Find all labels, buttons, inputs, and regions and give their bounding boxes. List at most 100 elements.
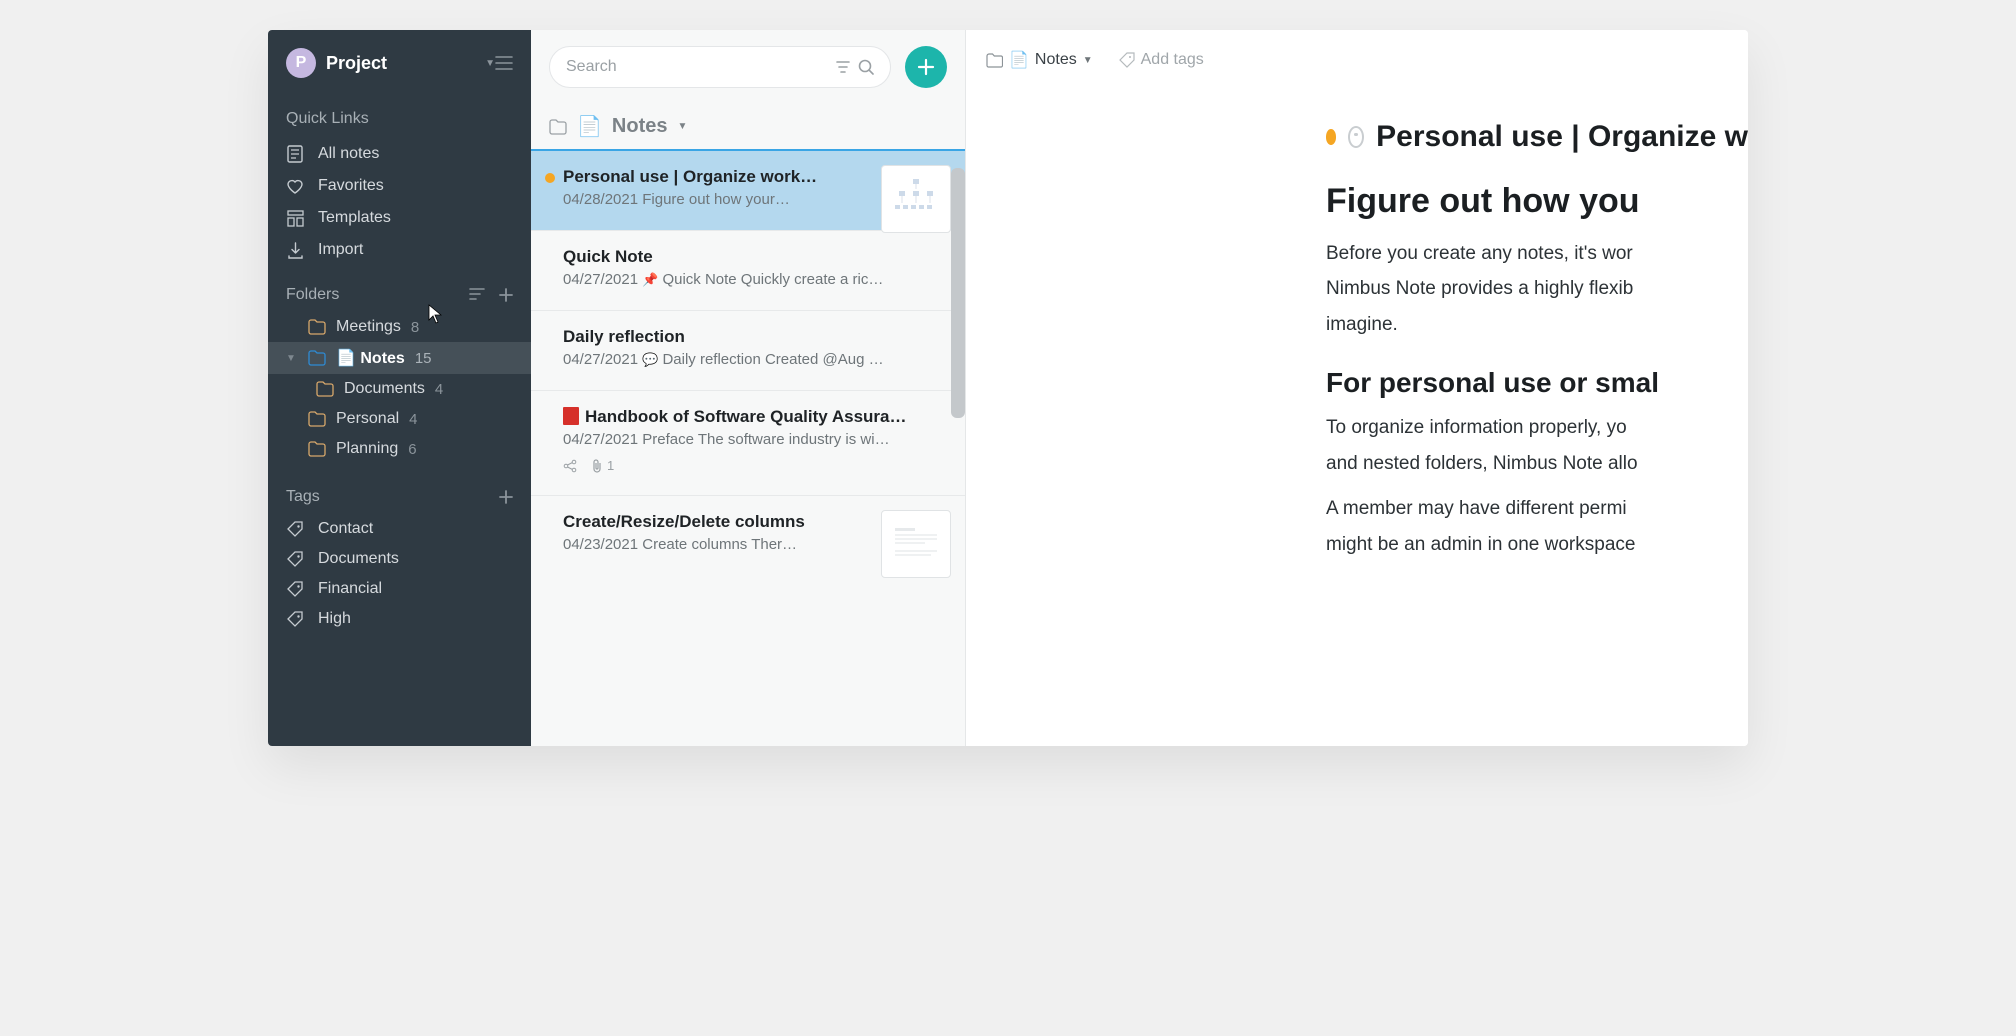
- tag-label: High: [318, 610, 351, 628]
- sidebar-item-all-notes[interactable]: All notes: [268, 138, 531, 170]
- tags-header-label: Tags: [286, 488, 320, 506]
- emoji-placeholder-icon[interactable]: [1348, 126, 1364, 148]
- note-meta: 04/27/2021 Preface The software industry…: [563, 431, 947, 448]
- folder-count: 4: [435, 381, 443, 398]
- note-icon: [286, 145, 304, 163]
- heading-1[interactable]: Figure out how you: [1326, 182, 1748, 221]
- sort-icon[interactable]: [469, 288, 485, 302]
- notes-emoji-icon: 📄: [577, 114, 602, 139]
- folder-icon: [316, 381, 334, 397]
- paragraph[interactable]: A member may have different permi: [1326, 494, 1748, 523]
- folder-count: 6: [408, 441, 416, 458]
- comment-icon: 💬: [642, 352, 658, 367]
- new-note-button[interactable]: [905, 46, 947, 88]
- paragraph[interactable]: might be an admin in one workspace: [1326, 530, 1748, 559]
- tag-documents[interactable]: Documents: [268, 544, 531, 574]
- folder-label: Documents: [344, 380, 425, 398]
- note-item[interactable]: Quick Note 04/27/2021 📌Quick Note Quickl…: [531, 231, 965, 311]
- note-thumbnail: [881, 510, 951, 578]
- note-title: Create/Resize/Delete columns: [563, 512, 865, 532]
- folder-label: Planning: [336, 440, 398, 458]
- chevron-down-icon: ▼: [1083, 55, 1093, 66]
- sidebar-item-label: Import: [318, 241, 363, 259]
- filter-icon[interactable]: [836, 61, 850, 73]
- search-input[interactable]: [566, 58, 828, 76]
- heart-icon: [286, 177, 304, 195]
- sidebar-collapse-icon[interactable]: [495, 56, 513, 70]
- search-input-wrap[interactable]: [549, 46, 891, 88]
- document-title[interactable]: Personal use | Organize w: [1376, 120, 1748, 154]
- folder-label: 📄 Notes: [336, 348, 405, 368]
- tag-financial[interactable]: Financial: [268, 574, 531, 604]
- editor-toolbar: 📄 Notes ▼ Add tags: [966, 30, 1748, 70]
- paragraph[interactable]: Nimbus Note provides a highly flexib: [1326, 274, 1748, 303]
- quick-links-header: Quick Links: [268, 92, 531, 138]
- workspace-avatar: P: [286, 48, 316, 78]
- note-item[interactable]: Personal use | Organize work… 04/28/2021…: [531, 149, 965, 231]
- add-tags-button[interactable]: Add tags: [1119, 51, 1204, 69]
- list-breadcrumb[interactable]: 📄 Notes ▼: [531, 96, 965, 149]
- note-item[interactable]: Handbook of Software Quality Assura… 04/…: [531, 391, 965, 496]
- sidebar-item-templates[interactable]: Templates: [268, 202, 531, 234]
- scrollbar[interactable]: [951, 168, 965, 418]
- tag-label: Financial: [318, 580, 382, 598]
- chevron-down-icon: ▼: [485, 58, 495, 69]
- add-folder-icon[interactable]: [499, 288, 513, 302]
- folder-label: Meetings: [336, 318, 401, 336]
- note-title: Handbook of Software Quality Assura…: [563, 407, 947, 427]
- note-meta: 04/27/2021 💬Daily reflection Created @Au…: [563, 351, 947, 368]
- folder-count: 4: [409, 411, 417, 428]
- tag-icon: [286, 610, 304, 628]
- share-icon: [563, 459, 577, 473]
- tag-contact[interactable]: Contact: [268, 514, 531, 544]
- add-tag-icon[interactable]: [499, 490, 513, 504]
- tag-label: Documents: [318, 550, 399, 568]
- folder-icon: [308, 350, 326, 366]
- document-content[interactable]: Personal use | Organize w Figure out how…: [966, 70, 1748, 565]
- note-thumbnail: [881, 165, 951, 233]
- pin-icon: 📌: [642, 272, 658, 287]
- sidebar-item-label: All notes: [318, 145, 379, 163]
- folder-notes[interactable]: ▼ 📄 Notes 15: [268, 342, 531, 374]
- folders-header-label: Folders: [286, 286, 339, 304]
- heading-2[interactable]: For personal use or smal: [1326, 367, 1748, 399]
- folder-planning[interactable]: Planning 6: [268, 434, 531, 464]
- paragraph[interactable]: Before you create any notes, it's wor: [1326, 239, 1748, 268]
- editor-breadcrumb[interactable]: 📄 Notes ▼: [986, 50, 1093, 70]
- paragraph[interactable]: imagine.: [1326, 310, 1748, 339]
- workspace-switcher[interactable]: P Project ▼: [268, 48, 531, 92]
- tag-icon: [286, 550, 304, 568]
- document-title-row: Personal use | Organize w: [1326, 120, 1748, 154]
- note-meta: 04/28/2021 Figure out how your…: [563, 191, 865, 208]
- note-meta: 04/27/2021 📌Quick Note Quickly create a …: [563, 271, 947, 288]
- folder-count: 8: [411, 319, 419, 336]
- tag-high[interactable]: High: [268, 604, 531, 634]
- sidebar-item-label: Templates: [318, 209, 391, 227]
- folder-documents[interactable]: Documents 4: [268, 374, 531, 404]
- paragraph[interactable]: and nested folders, Nimbus Note allo: [1326, 449, 1748, 478]
- attachment-indicator: 1: [591, 458, 614, 473]
- folder-label: Personal: [336, 410, 399, 428]
- note-list[interactable]: Personal use | Organize work… 04/28/2021…: [531, 149, 965, 746]
- folder-icon: [986, 53, 1003, 68]
- tag-icon: [1119, 52, 1135, 68]
- sidebar-item-favorites[interactable]: Favorites: [268, 170, 531, 202]
- note-title: Personal use | Organize work…: [563, 167, 865, 187]
- sidebar-item-import[interactable]: Import: [268, 234, 531, 266]
- folder-meetings[interactable]: Meetings 8: [268, 312, 531, 342]
- search-icon[interactable]: [858, 59, 874, 75]
- status-dot-icon[interactable]: [1326, 129, 1336, 145]
- chevron-down-icon: ▼: [286, 353, 298, 364]
- note-item[interactable]: Daily reflection 04/27/2021 💬Daily refle…: [531, 311, 965, 391]
- sidebar-item-label: Favorites: [318, 177, 384, 195]
- book-icon: [563, 407, 579, 425]
- breadcrumb-label: Notes: [612, 115, 668, 138]
- note-item[interactable]: Create/Resize/Delete columns 04/23/2021 …: [531, 496, 965, 575]
- folder-personal[interactable]: Personal 4: [268, 404, 531, 434]
- sidebar: P Project ▼ Quick Links All notes Favori…: [268, 30, 531, 746]
- tags-header: Tags: [268, 464, 531, 514]
- folder-icon: [308, 411, 326, 427]
- workspace-name: Project: [326, 53, 473, 74]
- note-title: Daily reflection: [563, 327, 947, 347]
- paragraph[interactable]: To organize information properly, yo: [1326, 413, 1748, 442]
